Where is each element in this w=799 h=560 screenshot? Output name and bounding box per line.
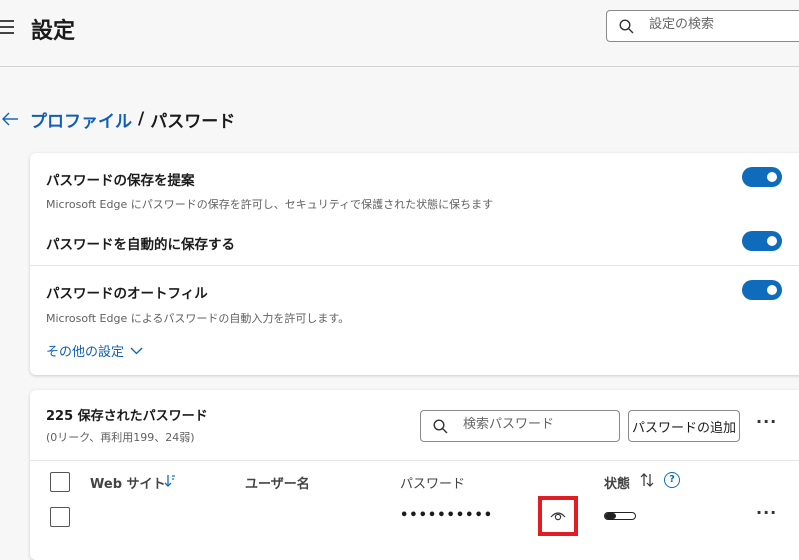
back-arrow-icon[interactable] bbox=[0, 109, 20, 129]
auto-save-title: パスワードを自動的に保存する bbox=[46, 237, 235, 253]
saved-passwords-card: 225 保存されたパスワード (0リーク、再利用199、24弱) パスワードの追… bbox=[30, 390, 799, 560]
select-all-checkbox[interactable] bbox=[50, 472, 70, 492]
add-password-button[interactable]: パスワードの追加 bbox=[628, 410, 740, 442]
divider bbox=[30, 460, 799, 461]
password-health-summary: (0リーク、再利用199、24弱) bbox=[46, 431, 195, 444]
sort-descending-icon[interactable] bbox=[164, 474, 176, 488]
password-search-input[interactable] bbox=[461, 416, 615, 433]
offer-save-description: Microsoft Edge にパスワードの保存を許可し、セキュリティで保護され… bbox=[46, 198, 494, 211]
row-more-options-icon[interactable]: ··· bbox=[756, 503, 777, 522]
top-bar: 設定 bbox=[0, 0, 799, 67]
column-username[interactable]: ユーザー名 bbox=[245, 473, 310, 492]
help-icon[interactable]: ? bbox=[664, 472, 680, 488]
column-website[interactable]: Web サイト bbox=[90, 473, 166, 492]
search-icon bbox=[619, 19, 634, 34]
show-password-button[interactable] bbox=[538, 496, 578, 536]
divider bbox=[30, 265, 799, 266]
more-settings-label: その他の設定 bbox=[46, 345, 125, 360]
password-settings-card: パスワードの保存を提案 Microsoft Edge にパスワードの保存を許可し… bbox=[30, 153, 799, 375]
column-password: パスワード bbox=[400, 477, 466, 492]
breadcrumb-profile-link[interactable]: プロファイル bbox=[30, 107, 132, 132]
offer-save-title: パスワードの保存を提案 bbox=[46, 173, 195, 189]
masked-password: •••••••••• bbox=[400, 508, 494, 523]
chevron-down-icon bbox=[130, 347, 143, 354]
auto-save-toggle[interactable] bbox=[742, 231, 782, 251]
eye-icon bbox=[550, 512, 566, 521]
breadcrumb: プロファイル / パスワード bbox=[0, 104, 235, 134]
autofill-toggle[interactable] bbox=[742, 280, 782, 300]
more-options-icon[interactable]: ··· bbox=[756, 412, 777, 431]
more-settings-link[interactable]: その他の設定 bbox=[46, 341, 143, 360]
settings-search-input[interactable] bbox=[647, 16, 799, 33]
breadcrumb-current: パスワード bbox=[150, 111, 236, 132]
autofill-title: パスワードのオートフィル bbox=[46, 286, 208, 302]
sort-icon[interactable] bbox=[640, 473, 654, 487]
offer-save-toggle[interactable] bbox=[742, 167, 782, 187]
page-title: 設定 bbox=[31, 19, 76, 44]
breadcrumb-separator: / bbox=[138, 109, 145, 129]
column-status[interactable]: 状態 bbox=[604, 473, 630, 492]
autofill-description: Microsoft Edge によるパスワードの自動入力を許可します。 bbox=[46, 312, 350, 325]
settings-search-box[interactable] bbox=[606, 10, 799, 42]
saved-password-count: 225 保存されたパスワード bbox=[46, 409, 208, 424]
row-checkbox[interactable] bbox=[50, 507, 70, 527]
search-icon bbox=[433, 419, 448, 434]
menu-icon[interactable] bbox=[0, 20, 14, 34]
password-strength-indicator bbox=[604, 512, 636, 520]
password-search-box[interactable] bbox=[420, 410, 620, 442]
